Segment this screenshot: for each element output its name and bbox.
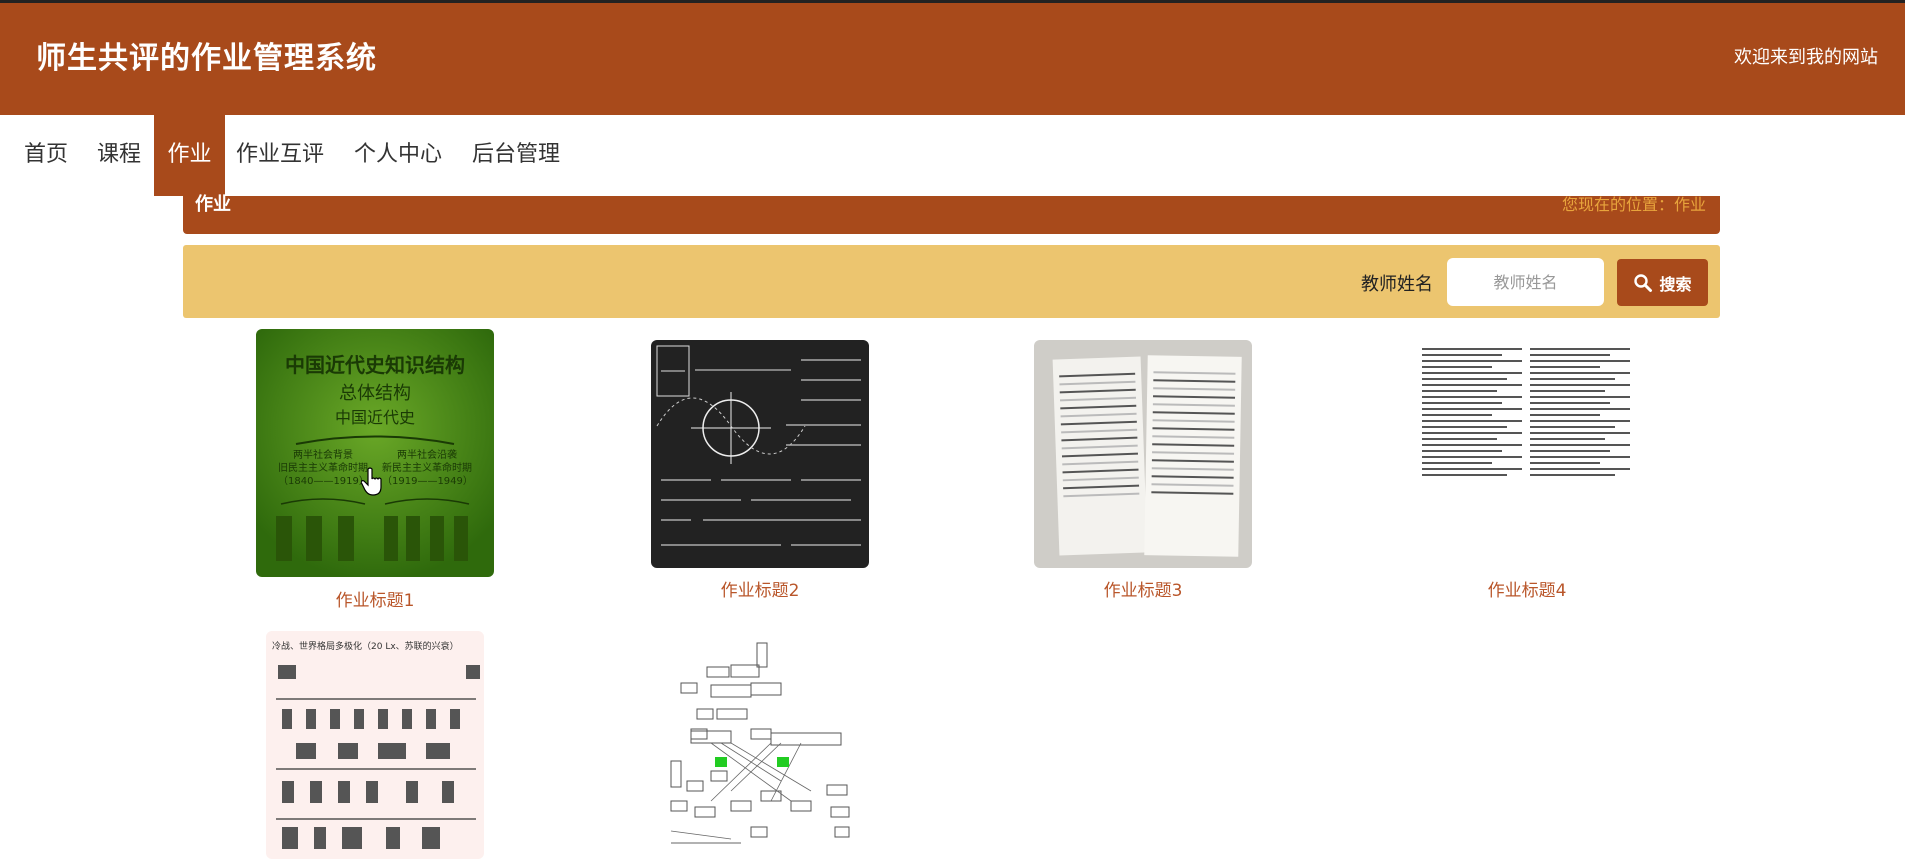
notebook-left-page bbox=[1052, 356, 1148, 556]
search-icon bbox=[1634, 273, 1653, 292]
breadcrumb: 您现在的位置：作业 bbox=[1561, 195, 1706, 214]
assignment-card-5[interactable]: 冷战、世界格局多极化（20 Lx、苏联的兴衰） bbox=[266, 631, 484, 861]
assignment-thumbnail-2[interactable] bbox=[651, 340, 869, 568]
nav-item-home[interactable]: 首页 bbox=[12, 115, 80, 196]
assignment-card-4[interactable]: 作业标题4 bbox=[1418, 340, 1636, 601]
search-bar: 教师姓名 搜索 bbox=[183, 245, 1720, 318]
nav-item-homework[interactable]: 作业 bbox=[154, 115, 225, 196]
timeline-graphic bbox=[276, 665, 480, 849]
section-title: 作业 bbox=[195, 194, 231, 215]
thumb-timeline-title: 冷战、世界格局多极化（20 Lx、苏联的兴衰） bbox=[272, 642, 459, 652]
assignment-card-3[interactable]: 作业标题3 bbox=[1034, 340, 1252, 601]
search-button[interactable]: 搜索 bbox=[1617, 259, 1708, 306]
section-title-bar: 作业 您现在的位置：作业 bbox=[183, 196, 1720, 234]
teacher-name-label: 教师姓名 bbox=[1361, 274, 1433, 295]
assignment-thumbnail-6[interactable] bbox=[651, 631, 869, 859]
assignment-thumbnail-3[interactable] bbox=[1034, 340, 1252, 568]
nav-item-peer-review[interactable]: 作业互评 bbox=[224, 115, 336, 196]
search-button-label: 搜索 bbox=[1659, 274, 1692, 294]
assignment-card-6[interactable] bbox=[651, 631, 869, 861]
nav-item-admin[interactable]: 后台管理 bbox=[460, 115, 572, 196]
thumb-history-title: 中国近代史知识结构 bbox=[285, 353, 465, 377]
welcome-text: 欢迎来到我的网站 bbox=[1734, 47, 1878, 68]
assignment-title-4[interactable]: 作业标题4 bbox=[1418, 576, 1636, 601]
assignment-title-2[interactable]: 作业标题2 bbox=[651, 576, 869, 601]
history-structure-lines bbox=[276, 435, 470, 561]
main-nav: 首页 课程 作业 作业互评 个人中心 后台管理 bbox=[0, 115, 1905, 196]
assignment-card-1[interactable]: 中国近代史知识结构 总体结构 中国近代史 两半社会背景 旧民主主义革命时期 （1… bbox=[256, 329, 494, 611]
vocab-column-right bbox=[1530, 344, 1630, 480]
hand-pointer-icon bbox=[361, 467, 382, 496]
assignment-card-2[interactable]: 作业标题2 bbox=[651, 340, 869, 601]
math-formula-graphic bbox=[656, 345, 861, 546]
nav-item-courses[interactable]: 课程 bbox=[85, 115, 153, 196]
assignment-title-1[interactable]: 作业标题1 bbox=[256, 586, 494, 611]
flowchart-graphic bbox=[670, 642, 850, 844]
assignment-thumbnail-4[interactable] bbox=[1418, 340, 1636, 568]
nav-item-personal-center[interactable]: 个人中心 bbox=[342, 115, 454, 196]
notebook-right-page bbox=[1144, 355, 1242, 557]
teacher-name-input[interactable] bbox=[1447, 258, 1604, 306]
site-title: 师生共评的作业管理系统 bbox=[36, 41, 377, 76]
vocab-column-left bbox=[1422, 344, 1522, 480]
site-header: 师生共评的作业管理系统 欢迎来到我的网站 bbox=[0, 0, 1905, 115]
thumb-history-subtitle: 总体结构 bbox=[339, 383, 411, 404]
assignment-thumbnail-1[interactable]: 中国近代史知识结构 总体结构 中国近代史 两半社会背景 旧民主主义革命时期 （1… bbox=[256, 329, 494, 577]
assignment-thumbnail-5[interactable]: 冷战、世界格局多极化（20 Lx、苏联的兴衰） bbox=[266, 631, 484, 859]
assignment-title-3[interactable]: 作业标题3 bbox=[1034, 576, 1252, 601]
